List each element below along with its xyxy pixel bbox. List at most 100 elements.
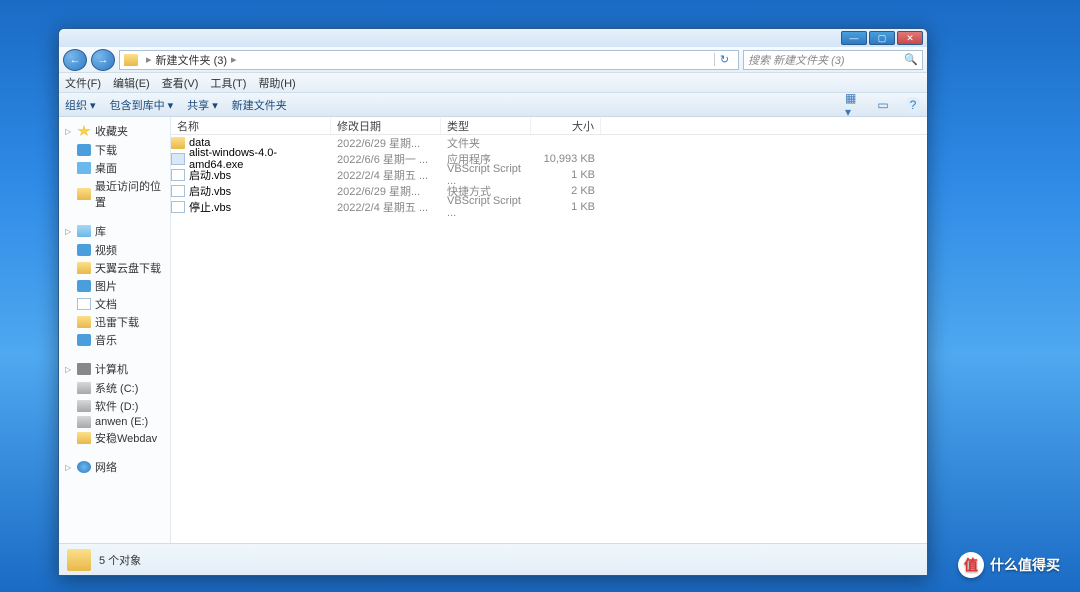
file-icon <box>171 153 185 165</box>
table-row[interactable]: 停止.vbs2022/2/4 星期五 ...VBScript Script ..… <box>171 199 927 215</box>
sidebar-item-thunder[interactable]: 迅雷下载 <box>59 313 170 331</box>
star-icon <box>77 125 91 137</box>
table-row[interactable]: 启动.vbs2022/6/29 星期...快捷方式2 KB <box>171 183 927 199</box>
chevron-right-icon: ▸ <box>146 53 152 66</box>
file-size: 2 KB <box>531 185 601 197</box>
file-size: 1 KB <box>531 169 601 181</box>
file-type: VBScript Script ... <box>441 195 531 219</box>
folder-icon <box>67 549 91 571</box>
file-icon <box>171 201 185 213</box>
table-row[interactable]: alist-windows-4.0-amd64.exe2022/6/6 星期一 … <box>171 151 927 167</box>
chevron-right-icon: ▸ <box>231 53 237 66</box>
navigation-bar: ← → ▸ 新建文件夹 (3) ▸ ↻ 搜索 新建文件夹 (3) 🔍 <box>59 47 927 73</box>
recent-icon <box>77 188 91 200</box>
search-icon: 🔍 <box>904 53 918 66</box>
minimize-button[interactable]: — <box>841 31 867 45</box>
thunder-icon <box>77 316 91 328</box>
column-type[interactable]: 类型 <box>441 118 531 134</box>
music-icon <box>77 334 91 346</box>
table-row[interactable]: 启动.vbs2022/2/4 星期五 ...VBScript Script ..… <box>171 167 927 183</box>
desktop-icon <box>77 162 91 174</box>
column-date[interactable]: 修改日期 <box>331 118 441 134</box>
sidebar-item-downloads[interactable]: 下载 <box>59 141 170 159</box>
search-placeholder: 搜索 新建文件夹 (3) <box>748 52 845 68</box>
sidebar-item-music[interactable]: 音乐 <box>59 331 170 349</box>
preview-pane-icon[interactable]: ▭ <box>875 97 891 113</box>
download-icon <box>77 144 91 156</box>
help-icon[interactable]: ? <box>905 97 921 113</box>
sidebar-item-cloud[interactable]: 天翼云盘下载 <box>59 259 170 277</box>
column-name[interactable]: 名称 <box>171 118 331 134</box>
sidebar-item-desktop[interactable]: 桌面 <box>59 159 170 177</box>
library-icon <box>77 225 91 237</box>
drive-icon <box>77 416 91 428</box>
computer-icon <box>77 363 91 375</box>
watermark-text: 什么值得买 <box>990 555 1060 575</box>
sidebar-favorites[interactable]: ▷收藏夹 <box>59 121 170 141</box>
sidebar-libraries[interactable]: ▷库 <box>59 221 170 241</box>
menu-help[interactable]: 帮助(H) <box>258 75 295 91</box>
menu-bar: 文件(F) 编辑(E) 查看(V) 工具(T) 帮助(H) <box>59 73 927 93</box>
explorer-body: ▷收藏夹 下载 桌面 最近访问的位置 ▷库 视频 天翼云盘下载 图片 文档 迅雷… <box>59 117 927 543</box>
file-date: 2022/2/4 星期五 ... <box>331 199 441 215</box>
cloud-icon <box>77 262 91 274</box>
sidebar-item-videos[interactable]: 视频 <box>59 241 170 259</box>
maximize-button[interactable]: ▢ <box>869 31 895 45</box>
status-bar: 5 个对象 <box>59 543 927 575</box>
address-bar[interactable]: ▸ 新建文件夹 (3) ▸ ↻ <box>119 50 739 70</box>
sidebar-item-recent[interactable]: 最近访问的位置 <box>59 177 170 211</box>
navigation-pane: ▷收藏夹 下载 桌面 最近访问的位置 ▷库 视频 天翼云盘下载 图片 文档 迅雷… <box>59 117 171 543</box>
include-library-button[interactable]: 包含到库中 ▾ <box>110 97 174 113</box>
file-size: 1 KB <box>531 201 601 213</box>
file-list: 名称 修改日期 类型 大小 data2022/6/29 星期...文件夹alis… <box>171 117 927 543</box>
title-bar[interactable]: — ▢ ✕ <box>59 29 927 47</box>
sidebar-item-documents[interactable]: 文档 <box>59 295 170 313</box>
menu-view[interactable]: 查看(V) <box>162 75 199 91</box>
explorer-window: — ▢ ✕ ← → ▸ 新建文件夹 (3) ▸ ↻ 搜索 新建文件夹 (3) 🔍… <box>58 28 928 576</box>
watermark-badge: 值 <box>958 552 984 578</box>
command-bar: 组织 ▾ 包含到库中 ▾ 共享 ▾ 新建文件夹 ▦ ▾ ▭ ? <box>59 93 927 117</box>
drive-icon <box>77 382 91 394</box>
refresh-icon[interactable]: ↻ <box>714 53 734 66</box>
menu-edit[interactable]: 编辑(E) <box>113 75 150 91</box>
file-type: 文件夹 <box>441 135 531 151</box>
forward-button[interactable]: → <box>91 49 115 71</box>
column-headers: 名称 修改日期 类型 大小 <box>171 117 927 135</box>
network-icon <box>77 461 91 473</box>
file-icon <box>171 169 185 181</box>
document-icon <box>77 298 91 310</box>
file-name: 启动.vbs <box>189 183 231 199</box>
close-button[interactable]: ✕ <box>897 31 923 45</box>
sidebar-item-drive-c[interactable]: 系统 (C:) <box>59 379 170 397</box>
sidebar-network[interactable]: ▷网络 <box>59 457 170 477</box>
file-date: 2022/6/29 星期... <box>331 135 441 151</box>
watermark: 值 什么值得买 <box>958 552 1060 578</box>
file-date: 2022/6/29 星期... <box>331 183 441 199</box>
file-date: 2022/2/4 星期五 ... <box>331 167 441 183</box>
file-size: 10,993 KB <box>531 153 601 165</box>
back-button[interactable]: ← <box>63 49 87 71</box>
file-name: 停止.vbs <box>189 199 231 215</box>
menu-tools[interactable]: 工具(T) <box>210 75 246 91</box>
folder-icon <box>77 432 91 444</box>
file-icon <box>171 185 185 197</box>
file-date: 2022/6/6 星期一 ... <box>331 151 441 167</box>
breadcrumb-folder[interactable]: 新建文件夹 (3) <box>156 52 228 68</box>
sidebar-item-drive-e[interactable]: anwen (E:) <box>59 415 170 429</box>
view-options-icon[interactable]: ▦ ▾ <box>845 97 861 113</box>
sidebar-item-webdav[interactable]: 安稳Webdav <box>59 429 170 447</box>
share-button[interactable]: 共享 ▾ <box>187 97 218 113</box>
menu-file[interactable]: 文件(F) <box>65 75 101 91</box>
picture-icon <box>77 280 91 292</box>
new-folder-button[interactable]: 新建文件夹 <box>232 97 287 113</box>
sidebar-computer[interactable]: ▷计算机 <box>59 359 170 379</box>
folder-icon <box>124 54 138 66</box>
drive-icon <box>77 400 91 412</box>
file-name: 启动.vbs <box>189 167 231 183</box>
search-input[interactable]: 搜索 新建文件夹 (3) 🔍 <box>743 50 923 70</box>
organize-button[interactable]: 组织 ▾ <box>65 97 96 113</box>
sidebar-item-drive-d[interactable]: 软件 (D:) <box>59 397 170 415</box>
column-size[interactable]: 大小 <box>531 118 601 134</box>
sidebar-item-pictures[interactable]: 图片 <box>59 277 170 295</box>
status-text: 5 个对象 <box>99 552 141 568</box>
